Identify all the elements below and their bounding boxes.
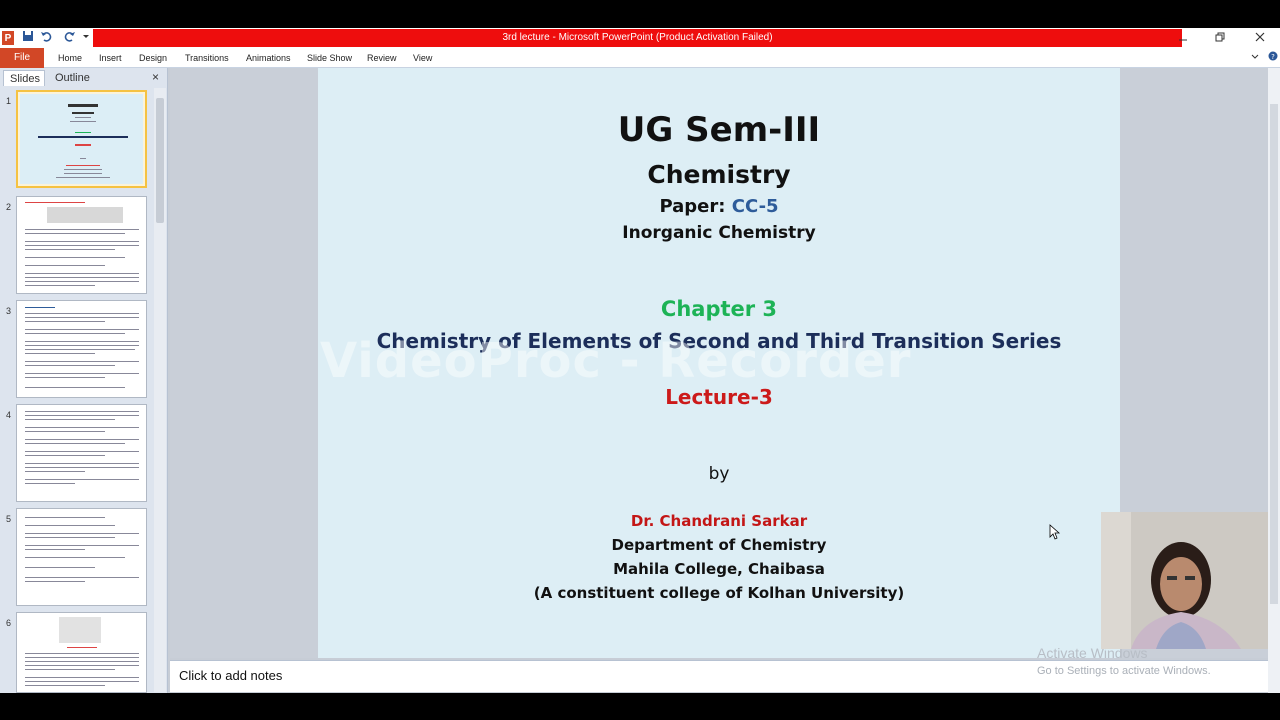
mouse-cursor-icon [1049,524,1061,540]
paper-code: CC-5 [731,196,779,217]
slide-title: UG Sem-III [617,110,821,150]
restore-icon[interactable] [1205,30,1235,46]
tab-slide-show[interactable]: Slide Show [307,48,352,68]
slide-thumbnail-6[interactable] [16,612,147,693]
window-title: 3rd lecture - Microsoft PowerPoint (Prod… [93,29,1182,47]
panel-close-icon[interactable]: × [152,70,159,84]
slide-number: 4 [6,410,12,420]
tab-view[interactable]: View [413,48,432,68]
slide-paper: Paper: CC-5 [318,196,1120,217]
undo-icon[interactable] [40,30,52,46]
paper-label: Paper: [659,196,732,217]
activate-windows-hint: Go to Settings to activate Windows. [1037,665,1211,677]
slide-author: Dr. Chandrani Sarkar [630,512,808,530]
top-black-bar [0,0,1280,28]
minimize-icon[interactable] [1168,30,1198,46]
help-icon[interactable]: ? [1268,48,1278,68]
tab-outline[interactable]: Outline [55,70,90,86]
slide-course: Inorganic Chemistry [622,223,816,243]
tab-animations[interactable]: Animations [246,48,291,68]
redo-icon[interactable] [64,30,76,46]
slide-chapter: Chapter 3 [660,297,778,321]
slide-number: 5 [6,514,12,524]
tab-slides[interactable]: Slides [3,70,45,86]
slide-thumbnail-5[interactable] [16,508,147,606]
save-icon[interactable] [22,30,34,46]
slide-by: by [708,464,730,484]
slide-number: 3 [6,306,12,316]
slide-number: 6 [6,618,12,628]
notes-placeholder: Click to add notes [179,668,283,683]
slide-number: 2 [6,202,12,212]
slide-department: Department of Chemistry [611,536,827,554]
panel-scrollbar[interactable] [154,88,166,692]
tab-design[interactable]: Design [139,48,167,68]
customize-quick-access-icon[interactable] [82,30,90,46]
svg-text:?: ? [1271,53,1275,61]
slide-thumbnail-3[interactable] [16,300,147,398]
powerpoint-app-icon[interactable]: P [2,31,14,45]
tab-insert[interactable]: Insert [99,48,122,68]
webcam-overlay [1101,512,1268,649]
slide-thumbnail-4[interactable] [16,404,147,502]
screen: P 3rd lecture - Microsoft PowerPoint (Pr… [0,0,1280,720]
slide-scrollbar[interactable] [1268,68,1280,693]
bottom-black-bar [0,693,1280,720]
slide-college: Mahila College, Chaibasa [613,560,825,578]
ribbon-expand-icon[interactable] [1251,48,1259,68]
tab-home[interactable]: Home [58,48,82,68]
recorder-watermark: VideoProc - Recorder [320,333,912,389]
tab-transitions[interactable]: Transitions [185,48,229,68]
close-icon[interactable] [1245,30,1275,46]
slide-subject: Chemistry [647,160,791,189]
slide-university: (A constituent college of Kolhan Univers… [533,584,905,602]
slide-thumbnail-2[interactable] [16,196,147,294]
tab-review[interactable]: Review [367,48,397,68]
slide-number: 1 [6,96,12,106]
slide-thumbnail-1[interactable] [16,90,147,188]
tab-file[interactable]: File [0,48,44,68]
